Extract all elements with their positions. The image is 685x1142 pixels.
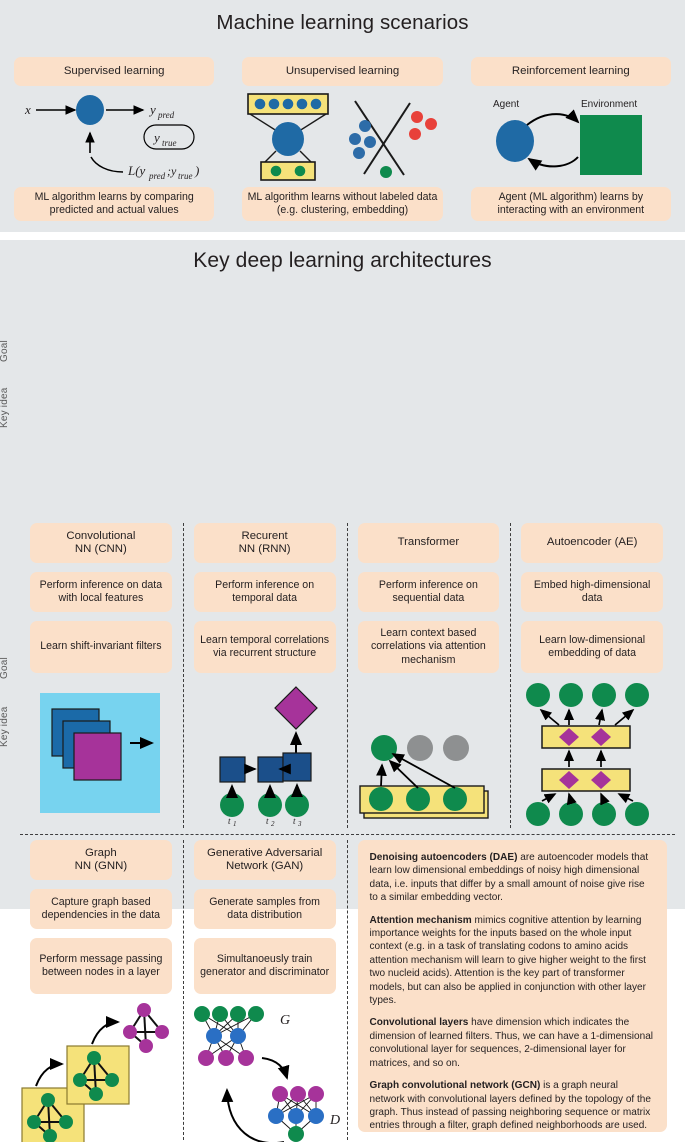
gan-name-line2: Network (GAN) [226,860,304,872]
architecture-cell-gnn: Graph NN (GNN) Capture graph based depend… [20,840,184,1142]
gan-generator-label: G [280,1013,290,1028]
rnn-idea: Learn temporal correlations via recurren… [193,621,336,673]
gnn-diagram [20,1002,184,1142]
svg-text:L(y: L(y [127,163,146,178]
rnn-diagram: t 1 t 2 t 3 [184,681,348,828]
gnn-name-line2: NN (GNN) [74,860,128,872]
row-label-goal-bottom: Goal [0,657,10,679]
cnn-name: Convolutional NN (CNN) [30,523,172,563]
glossary-cell: Denoising autoencoders (DAE) are autoenc… [348,840,676,1140]
svg-text:pred: pred [157,110,175,120]
gan-discriminator-label: D [329,1113,340,1128]
svg-text:1: 1 [233,820,237,826]
gan-diagram: G D [184,1002,348,1142]
glossary-term-attention: Attention mechanism [369,914,472,926]
reinforcement-learning-header: Reinforcement learning [470,57,671,86]
svg-text:true: true [178,171,193,181]
architecture-cell-autoencoder: Autoencoder (AE) Embed high-dimensional … [511,523,675,828]
unsupervised-learning-diagram [228,89,456,187]
cnn-name-line2: NN (CNN) [74,543,127,555]
glossary-entry-attention: Attention mechanism mimics cognitive att… [370,914,656,1008]
unsupervised-learning-footer: ML algorithm learns without labeled data… [242,187,443,221]
gan-name-line1: Generative Adversarial [207,846,323,859]
dl-panel-title: Key deep learning architectures [193,249,492,272]
dl-row-1: Convolutional NN (CNN) Perform inference … [20,523,675,828]
glossary-entry-gcn: Graph convolutional network (GCN) is a g… [370,1079,656,1133]
gnn-name: Graph NN (GNN) [30,840,172,880]
rnn-goal: Perform inference on temporal data [193,572,336,612]
architecture-cell-cnn: Convolutional NN (CNN) Perform inference … [20,523,184,828]
gan-name: Generative Adversarial Network (GAN) [193,840,336,880]
ml-panel-title: Machine learning scenarios [216,11,469,34]
row-label-idea-bottom: Key idea [0,706,10,748]
glossary-entry-conv: Convolutional layers have dimension whic… [370,1016,656,1070]
transformer-name: Transformer [357,523,500,563]
autoencoder-goal: Embed high-dimensional data [521,572,663,612]
glossary-term-dae: Denoising autoencoders (DAE) [369,852,518,863]
supervised-learning-footer: ML algorithm learns by comparing predict… [14,187,215,221]
glossary-textcard: Denoising autoencoders (DAE) are autoenc… [357,840,667,1133]
rnn-t2-label: t [266,816,269,826]
glossary-term-conv: Convolutional layers [369,1017,469,1029]
divider-horizontal [20,834,675,835]
svg-text:y: y [152,130,160,145]
row-label-goal-top: Goal [0,340,10,362]
gnn-goal: Capture graph based dependencies in the … [30,889,172,929]
environment-label: Environment [581,99,637,110]
rnn-name: Recurent NN (RNN) [193,523,336,563]
ml-column-unsupervised: Unsupervised learning ML algorithm learn… [228,47,456,227]
gnn-idea: Perform message passing between nodes in… [30,938,172,994]
machine-learning-scenarios-panel: Machine learning scenarios Supervised le… [0,0,685,232]
architecture-cell-rnn: Recurent NN (RNN) Perform inference on te… [184,523,348,828]
gan-goal: Generate samples from data distribution [193,889,336,929]
gan-idea: Simultanoeusly train generator and discr… [193,938,336,994]
ml-column-reinforcement: Reinforcement learning Agent Environment [457,47,685,227]
svg-text:): ) [194,163,199,178]
gnn-name-line1: Graph [85,846,117,859]
svg-text:y: y [148,102,156,117]
reinforcement-learning-footer: Agent (ML algorithm) learns by interacti… [470,187,671,221]
autoencoder-name: Autoencoder (AE) [521,523,663,563]
supervised-learning-diagram: x y pred y true L(y pred ;y true ) [0,89,228,187]
agent-label: Agent [493,99,519,110]
transformer-goal: Perform inference on sequential data [357,572,500,612]
glossary-body-attention: mimics cognitive attention by learning i… [369,914,646,1007]
svg-text:pred: pred [148,171,166,181]
architecture-cell-transformer: Transformer Perform inference on sequent… [348,523,512,828]
dl-row-2: Graph NN (GNN) Capture graph based depend… [20,840,676,1142]
cnn-goal: Perform inference on data with local fea… [30,572,172,612]
svg-text:;y: ;y [167,164,177,178]
autoencoder-diagram [511,681,675,828]
svg-text:2: 2 [271,820,275,826]
svg-text:true: true [162,138,177,148]
rnn-t1-label: t [228,816,231,826]
glossary-entry-dae: Denoising autoencoders (DAE) are autoenc… [370,851,656,905]
unsupervised-learning-header: Unsupervised learning [242,57,443,86]
rnn-name-line1: Recurent [241,529,288,542]
ml-column-supervised: Supervised learning x y pred y true L(y … [0,47,228,227]
cnn-name-line1: Convolutional [66,529,136,542]
deep-learning-architectures-panel: Key deep learning architectures Goal Key… [0,240,685,1142]
row-label-idea-top: Key idea [0,387,10,429]
transformer-diagram [348,681,512,828]
autoencoder-idea: Learn low-dimensional embedding of data [521,621,663,673]
transformer-idea: Learn context based correlations via att… [357,621,500,673]
svg-text:3: 3 [297,820,302,826]
supervised-learning-header: Supervised learning [14,57,215,86]
cnn-diagram [20,681,184,828]
architecture-cell-gan: Generative Adversarial Network (GAN) Gene… [184,840,348,1142]
glossary-term-gcn: Graph convolutional network (GCN) [369,1080,541,1092]
ml-columns: Supervised learning x y pred y true L(y … [0,47,685,227]
rnn-t3-label: t [293,816,296,826]
svg-text:x: x [24,102,31,117]
rnn-name-line2: NN (RNN) [238,543,291,555]
cnn-idea: Learn shift-invariant filters [30,621,172,673]
reinforcement-learning-diagram: Agent Environment [457,89,685,187]
